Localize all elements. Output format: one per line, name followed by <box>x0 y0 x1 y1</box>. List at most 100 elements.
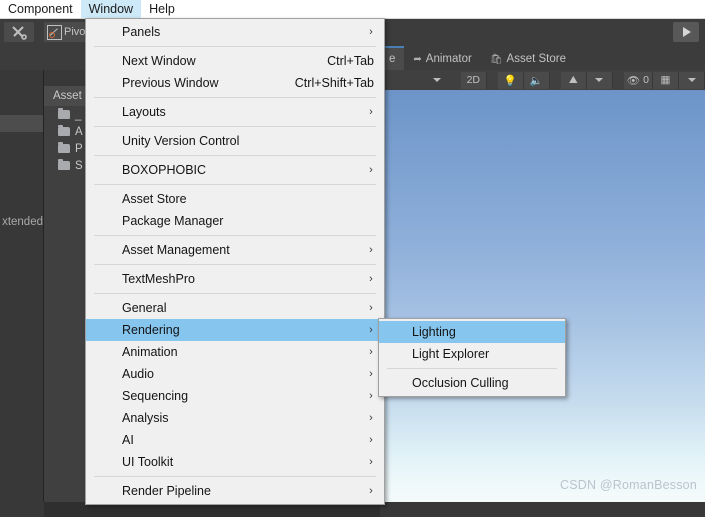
folder-label: A <box>75 125 83 138</box>
menu-item-label: Audio <box>122 367 154 381</box>
menu-item-label: Unity Version Control <box>122 134 240 148</box>
menu-item-rendering[interactable]: Rendering › <box>86 319 384 341</box>
toggle-2d-button[interactable]: 2D <box>460 71 487 89</box>
menubar-window-label: Window <box>88 2 134 16</box>
menu-item-label: Lighting <box>412 325 456 339</box>
submenu-item-lighting[interactable]: Lighting <box>379 321 565 343</box>
menu-item-ui-toolkit[interactable]: UI Toolkit › <box>86 451 384 473</box>
chevron-right-icon: › <box>369 244 373 256</box>
chevron-right-icon: › <box>369 106 373 118</box>
submenu-item-occlusion-culling[interactable]: Occlusion Culling <box>379 372 565 394</box>
scene-visibility-count: 0 <box>643 74 649 86</box>
tab-animator[interactable]: ➦ Animator <box>404 48 480 70</box>
folder-label: _ <box>75 108 82 121</box>
rendering-submenu: Lighting Light Explorer Occlusion Culling <box>378 318 566 397</box>
menu-item-label: Animation <box>122 345 178 359</box>
menu-item-audio[interactable]: Audio › <box>86 363 384 385</box>
menu-separator <box>94 184 376 185</box>
menu-item-label: AI <box>122 433 134 447</box>
fx-icon: ⛰ <box>568 73 578 86</box>
menu-item-asset-store[interactable]: Asset Store <box>86 188 384 210</box>
window-dropdown-menu: Panels › Next Window Ctrl+Tab Previous Windo… <box>85 18 385 505</box>
menu-item-sequencing[interactable]: Sequencing › <box>86 385 384 407</box>
grid-dropdown[interactable] <box>679 71 705 89</box>
menubar-item-component[interactable]: Component <box>0 0 81 18</box>
folder-icon <box>58 159 70 170</box>
chevron-right-icon: › <box>369 346 373 358</box>
scene-view-toolbar: 2D 💡 🔈 ⛰ 👁 0 ▦ <box>380 70 705 91</box>
chevron-right-icon: › <box>369 324 373 336</box>
menu-item-shortcut: Ctrl+Shift+Tab <box>294 76 374 90</box>
sidebar-truncated-label: xtended <box>2 216 43 228</box>
menu-separator <box>94 235 376 236</box>
folder-label: P <box>75 142 83 155</box>
scene-tabs-bar: e ➦ Animator 🛍 Asset Store <box>380 46 705 70</box>
asset-store-icon: 🛍 <box>489 53 503 65</box>
tab-project-assets[interactable]: Asset <box>44 86 91 106</box>
menu-item-label: Package Manager <box>122 214 224 228</box>
menubar-item-help[interactable]: Help <box>141 0 183 18</box>
chevron-right-icon: › <box>369 368 373 380</box>
submenu-item-light-explorer[interactable]: Light Explorer <box>379 343 565 365</box>
folder-label: S <box>75 159 83 172</box>
menu-item-next-window[interactable]: Next Window Ctrl+Tab <box>86 50 384 72</box>
menu-item-label: Asset Store <box>122 192 187 206</box>
chevron-right-icon: › <box>369 485 373 497</box>
watermark-text: CSDN @RomanBesson <box>560 478 697 492</box>
menu-item-previous-window[interactable]: Previous Window Ctrl+Shift+Tab <box>86 72 384 94</box>
menu-item-panels[interactable]: Panels › <box>86 21 384 43</box>
menu-item-label: Layouts <box>122 105 166 119</box>
scene-viewport[interactable]: CSDN @RomanBesson <box>380 90 705 502</box>
pivot-label: Pivo <box>64 26 86 38</box>
chevron-right-icon: › <box>369 456 373 468</box>
menu-separator <box>94 264 376 265</box>
unity-editor-window: Pivo xtended Asset _ A P S e ➦ Animator … <box>0 0 705 517</box>
scene-fx-toggle[interactable]: ⛰ <box>560 71 587 89</box>
project-tab-label: Asset <box>53 90 82 102</box>
menu-item-animation[interactable]: Animation › <box>86 341 384 363</box>
draw-mode-dropdown[interactable] <box>425 72 450 89</box>
chevron-down-icon <box>595 78 604 82</box>
menu-item-label: Previous Window <box>122 76 219 90</box>
folder-icon <box>58 108 70 119</box>
menu-item-label: BOXOPHOBIC <box>122 163 207 177</box>
play-button[interactable] <box>673 22 699 42</box>
menu-item-label: Sequencing <box>122 389 189 403</box>
chevron-right-icon: › <box>369 412 373 424</box>
chevron-right-icon: › <box>369 390 373 402</box>
menu-item-textmeshpro[interactable]: TextMeshPro › <box>86 268 384 290</box>
menu-item-layouts[interactable]: Layouts › <box>86 101 384 123</box>
menu-item-unity-version-control[interactable]: Unity Version Control <box>86 130 384 152</box>
menu-item-render-pipeline[interactable]: Render Pipeline › <box>86 480 384 502</box>
menu-item-package-manager[interactable]: Package Manager <box>86 210 384 232</box>
menu-item-asset-management[interactable]: Asset Management › <box>86 239 384 261</box>
tab-asset-store[interactable]: 🛍 Asset Store <box>481 48 575 70</box>
menu-item-label: Rendering <box>122 323 180 337</box>
menu-item-label: Panels <box>122 25 161 39</box>
menubar-item-window[interactable]: Window <box>80 0 142 18</box>
menubar-help-label: Help <box>149 2 175 16</box>
menu-item-ai[interactable]: AI › <box>86 429 384 451</box>
menu-separator <box>94 97 376 98</box>
grid-icon: ▦ <box>660 74 671 86</box>
toggle-2d-label: 2D <box>466 74 481 86</box>
tab-animator-label: Animator <box>425 53 472 65</box>
scene-fx-dropdown[interactable] <box>586 71 613 89</box>
tab-asset-store-label: Asset Store <box>506 53 566 65</box>
scene-audio-toggle[interactable]: 🔈 <box>523 71 550 89</box>
menu-item-analysis[interactable]: Analysis › <box>86 407 384 429</box>
chevron-right-icon: › <box>369 26 373 38</box>
tools-icon[interactable] <box>4 22 34 42</box>
grid-toggle[interactable]: ▦ <box>653 71 679 89</box>
menu-separator <box>94 155 376 156</box>
scene-visibility-toggle[interactable]: 👁 0 <box>623 71 653 89</box>
menu-separator <box>94 126 376 127</box>
sidebar-selected-row[interactable] <box>0 115 43 132</box>
menu-item-general[interactable]: General › <box>86 297 384 319</box>
menu-item-boxophobic[interactable]: BOXOPHOBIC › <box>86 159 384 181</box>
menu-item-shortcut: Ctrl+Tab <box>327 54 374 68</box>
chevron-down-icon <box>687 78 696 82</box>
scene-lighting-toggle[interactable]: 💡 <box>497 71 524 89</box>
